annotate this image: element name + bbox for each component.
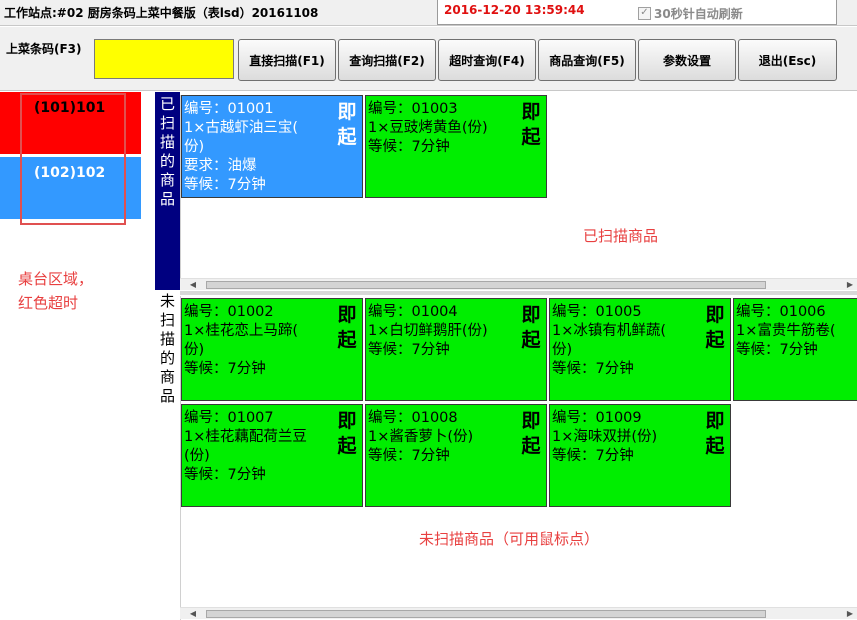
urgency-tag: 即起 [337, 304, 357, 351]
order-item-name-cont: (份) [184, 448, 210, 464]
urgency-tag: 即起 [705, 304, 725, 351]
order-card-01007[interactable]: 编号：01007 1×桂花藕配荷兰豆 (份) 等候：7分钟 即起 [181, 404, 363, 507]
toolbar: 上菜条码(F3) 直接扫描(F1) 查询扫描(F2) 超时查询(F4) 商品查询… [0, 27, 857, 91]
order-card-01008[interactable]: 编号：01008 1×酱香萝卜(份) 等候：7分钟 即起 [365, 404, 547, 507]
auto-refresh-toggle[interactable]: ✓ 30秒针自动刷新 [638, 5, 743, 22]
order-number: 编号：01007 [184, 410, 274, 426]
unscanned-scrollbar[interactable]: ◀ ▶ [180, 607, 857, 619]
order-item-name-cont: 份) [552, 342, 573, 358]
order-item-name-cont: 份) [184, 342, 205, 358]
order-item-name: 1×酱香萝卜(份) [368, 429, 474, 445]
order-item-name: 1×海味双拼(份) [552, 429, 658, 445]
order-item-name: 1×古越虾油三宝( [184, 120, 299, 136]
order-number: 编号：01008 [368, 410, 458, 426]
order-wait-time: 等候：7分钟 [368, 448, 450, 464]
order-number: 编号：01006 [736, 304, 826, 320]
order-wait-time: 等候：7分钟 [184, 361, 266, 377]
order-card-01006[interactable]: 编号：01006 1×富贵牛筋卷( 等候：7分钟 [733, 298, 857, 401]
barcode-input[interactable] [94, 39, 234, 79]
scanned-annotation: 已扫描商品 [583, 227, 659, 245]
table-area: (101)101 (102)102 桌台区域， 红色超时 [0, 92, 155, 620]
panel-splitter[interactable] [180, 291, 857, 295]
order-card-01003[interactable]: 编号：01003 1×豆豉烤黄鱼(份) 等候：7分钟 即起 [365, 95, 547, 198]
order-item-name: 1×桂花恋上马蹄( [184, 323, 299, 339]
annotation-line: 红色超时 [18, 294, 79, 312]
urgency-tag: 即起 [337, 410, 357, 457]
order-requirement: 要求：油爆 [184, 158, 257, 174]
urgency-tag: 即起 [521, 101, 541, 148]
scanned-scrollbar[interactable]: ◀ ▶ [180, 278, 857, 290]
order-number: 编号：01004 [368, 304, 458, 320]
urgency-tag: 即起 [337, 101, 357, 148]
scanned-items-panel: 编号：01001 1×古越虾油三宝( 份) 要求：油爆 等候：7分钟 即起 编号… [180, 95, 857, 290]
highlight-box [20, 93, 126, 225]
scroll-right-icon[interactable]: ▶ [843, 608, 857, 620]
order-card-01005[interactable]: 编号：01005 1×冰镇有机鲜蔬( 份) 等候：7分钟 即起 [549, 298, 731, 401]
order-number: 编号：01009 [552, 410, 642, 426]
barcode-label: 上菜条码(F3) [6, 42, 82, 56]
scroll-thumb[interactable] [206, 610, 766, 618]
station-info: 工作站点:#02 厨房条码上菜中餐版（表lsd）20161108 [4, 6, 319, 20]
order-item-name: 1×冰镇有机鲜蔬( [552, 323, 667, 339]
scroll-left-icon[interactable]: ◀ [186, 608, 200, 620]
order-item-name: 1×白切鲜鹅肝(份) [368, 323, 488, 339]
order-card-01009[interactable]: 编号：01009 1×海味双拼(份) 等候：7分钟 即起 [549, 404, 731, 507]
order-item-name: 1×桂花藕配荷兰豆 [184, 429, 307, 445]
current-datetime: 2016-12-20 13:59:44 [444, 3, 585, 17]
scroll-right-icon[interactable]: ▶ [843, 279, 857, 291]
order-wait-time: 等候：7分钟 [368, 139, 450, 155]
order-wait-time: 等候：7分钟 [736, 342, 818, 358]
urgency-tag: 即起 [521, 304, 541, 351]
order-card-01004[interactable]: 编号：01004 1×白切鲜鹅肝(份) 等候：7分钟 即起 [365, 298, 547, 401]
annotation-line: 桌台区域， [18, 270, 94, 288]
settings-button[interactable]: 参数设置 [638, 39, 736, 81]
product-query-button[interactable]: 商品查询(F5) [538, 39, 636, 81]
order-card-01002[interactable]: 编号：01002 1×桂花恋上马蹄( 份) 等候：7分钟 即起 [181, 298, 363, 401]
scanned-side-label: 已扫描的商品 [155, 92, 180, 290]
scroll-left-icon[interactable]: ◀ [186, 279, 200, 291]
unscanned-side-label: 未扫描的商品 [155, 292, 180, 620]
unscanned-annotation: 未扫描商品（可用鼠标点） [419, 530, 600, 548]
order-item-name: 1×豆豉烤黄鱼(份) [368, 120, 488, 136]
direct-scan-button[interactable]: 直接扫描(F1) [238, 39, 336, 81]
order-item-name-cont: 份) [184, 139, 205, 155]
order-wait-time: 等候：7分钟 [184, 177, 266, 193]
urgency-tag: 即起 [705, 410, 725, 457]
urgency-tag: 即起 [521, 410, 541, 457]
checkbox-icon[interactable]: ✓ [638, 7, 651, 20]
unscanned-items-panel: 编号：01002 1×桂花恋上马蹄( 份) 等候：7分钟 即起 编号：01004… [180, 296, 857, 620]
order-item-name: 1×富贵牛筋卷( [736, 323, 836, 339]
order-number: 编号：01003 [368, 101, 458, 117]
exit-button[interactable]: 退出(Esc) [738, 39, 837, 81]
order-number: 编号：01005 [552, 304, 642, 320]
order-card-01001[interactable]: 编号：01001 1×古越虾油三宝( 份) 要求：油爆 等候：7分钟 即起 [181, 95, 363, 198]
status-panel: 2016-12-20 13:59:44 ✓ 30秒针自动刷新 [437, 0, 837, 25]
order-wait-time: 等候：7分钟 [552, 361, 634, 377]
order-number: 编号：01001 [184, 101, 274, 117]
timeout-query-button[interactable]: 超时查询(F4) [438, 39, 536, 81]
tables-annotation: 桌台区域， 红色超时 [18, 267, 138, 315]
order-wait-time: 等候：7分钟 [184, 467, 266, 483]
query-scan-button[interactable]: 查询扫描(F2) [338, 39, 436, 81]
order-wait-time: 等候：7分钟 [368, 342, 450, 358]
scroll-thumb[interactable] [206, 281, 766, 289]
order-wait-time: 等候：7分钟 [552, 448, 634, 464]
title-bar: 工作站点:#02 厨房条码上菜中餐版（表lsd）20161108 2016-12… [0, 0, 857, 26]
order-number: 编号：01002 [184, 304, 274, 320]
auto-refresh-label: 30秒针自动刷新 [654, 7, 743, 21]
